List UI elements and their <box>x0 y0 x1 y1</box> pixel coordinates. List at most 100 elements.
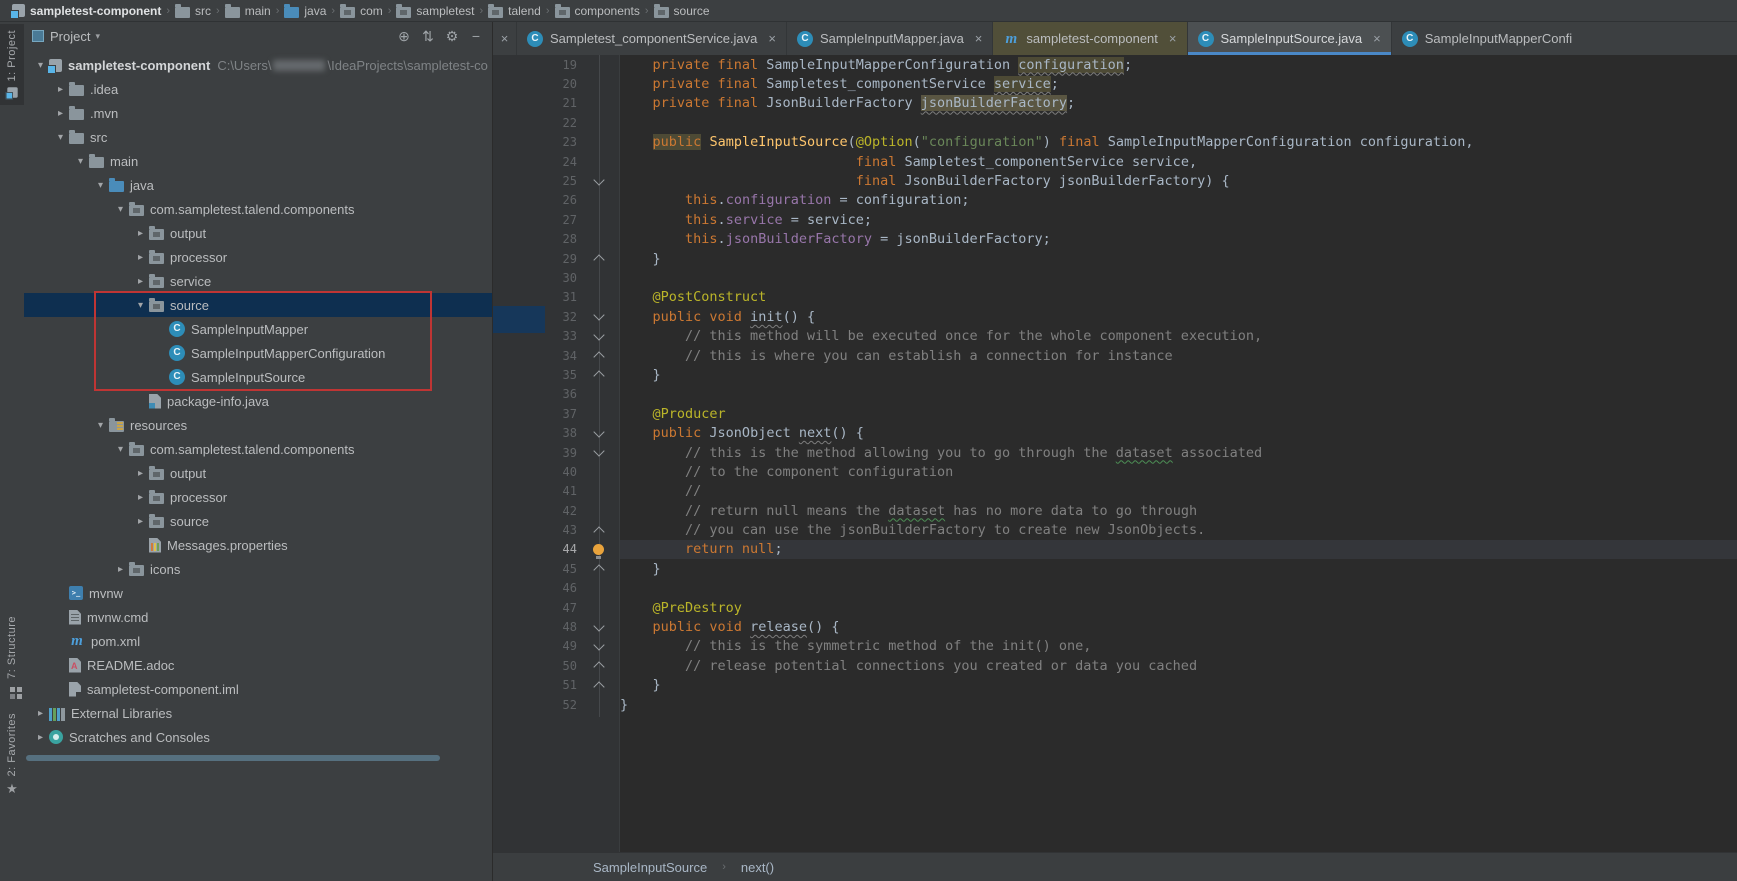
breadcrumb-item-src[interactable]: src <box>175 4 211 18</box>
tree-item-processor[interactable]: ▸processor <box>24 485 492 509</box>
editor-tab-sampleinputmapperconfi[interactable]: SampleInputMapperConfi <box>1392 22 1737 55</box>
chevron-expanded-icon[interactable]: ▾ <box>92 420 109 431</box>
code-line-40[interactable]: 40 // to the component configuration <box>493 462 1737 481</box>
rail-button-favorites[interactable]: 2: Favorites <box>0 707 24 803</box>
code-line-19[interactable]: 19 private final SampleInputMapperConfig… <box>493 55 1737 74</box>
tree-item-mvnw-cmd[interactable]: mvnw.cmd <box>24 605 492 629</box>
editor-tab-sampletest-componentservice-java[interactable]: Sampletest_componentService.java× <box>517 22 787 55</box>
tree-item-output[interactable]: ▸output <box>24 461 492 485</box>
rail-button-project[interactable]: 1: Project <box>0 24 24 105</box>
code-line-22[interactable]: 22 <box>493 113 1737 132</box>
chevron-collapsed-icon[interactable]: ▸ <box>132 228 149 239</box>
fold-open-icon[interactable] <box>593 310 604 321</box>
chevron-down-icon[interactable]: ▾ <box>95 31 100 42</box>
code-line-26[interactable]: 26 this.configuration = configuration; <box>493 191 1737 210</box>
tree-item-java[interactable]: ▾java <box>24 173 492 197</box>
chevron-collapsed-icon[interactable]: ▸ <box>132 276 149 287</box>
chevron-collapsed-icon[interactable]: ▸ <box>32 732 49 743</box>
chevron-collapsed-icon[interactable]: ▸ <box>132 492 149 503</box>
fold-open-icon[interactable] <box>593 639 604 650</box>
tree-item-sampleinputmapperconfiguration[interactable]: SampleInputMapperConfiguration <box>24 341 492 365</box>
chevron-collapsed-icon[interactable]: ▸ <box>132 468 149 479</box>
code-line-35[interactable]: 35 } <box>493 365 1737 384</box>
chevron-collapsed-icon[interactable]: ▸ <box>132 252 149 263</box>
tree-item-resources[interactable]: ▾resources <box>24 413 492 437</box>
editor-tab-sampleinputmapper-java[interactable]: SampleInputMapper.java× <box>787 22 993 55</box>
breadcrumb-class[interactable]: SampleInputSource <box>593 860 707 875</box>
fold-close-icon[interactable] <box>593 565 604 576</box>
code-line-25[interactable]: 25 final JsonBuilderFactory jsonBuilderF… <box>493 171 1737 190</box>
tree-item-source[interactable]: ▸source <box>24 509 492 533</box>
fold-close-icon[interactable] <box>593 351 604 362</box>
hide-panel-icon[interactable]: − <box>464 28 488 45</box>
chevron-collapsed-icon[interactable]: ▸ <box>132 516 149 527</box>
tree-item-messages-properties[interactable]: Messages.properties <box>24 533 492 557</box>
code-line-20[interactable]: 20 private final Sampletest_componentSer… <box>493 74 1737 93</box>
code-line-29[interactable]: 29 } <box>493 249 1737 268</box>
code-line-43[interactable]: 43 // you can use the jsonBuilderFactory… <box>493 520 1737 539</box>
chevron-collapsed-icon[interactable]: ▸ <box>112 564 129 575</box>
code-line-42[interactable]: 42 // return null means the dataset has … <box>493 501 1737 520</box>
chevron-collapsed-icon[interactable]: ▸ <box>52 108 69 119</box>
horizontal-scrollbar[interactable] <box>26 755 440 761</box>
fold-open-icon[interactable] <box>593 445 604 456</box>
breadcrumb-item-sampletest[interactable]: sampletest <box>396 4 474 18</box>
tree-item-mvn[interactable]: ▸.mvn <box>24 101 492 125</box>
chevron-collapsed-icon[interactable]: ▸ <box>52 84 69 95</box>
clipped-tab-close-icon[interactable]: × <box>493 22 517 55</box>
close-icon[interactable]: × <box>975 31 983 46</box>
code-line-32[interactable]: 32 public void init() { <box>493 307 1737 326</box>
code-line-48[interactable]: 48 public void release() { <box>493 617 1737 636</box>
code-line-52[interactable]: 52} <box>493 695 1737 714</box>
tree-item-com-sampletest-talend-components[interactable]: ▾com.sampletest.talend.components <box>24 437 492 461</box>
code-line-45[interactable]: 45 } <box>493 559 1737 578</box>
tree-item-icons[interactable]: ▸icons <box>24 557 492 581</box>
chevron-expanded-icon[interactable]: ▾ <box>132 300 149 311</box>
code-line-21[interactable]: 21 private final JsonBuilderFactory json… <box>493 94 1737 113</box>
breadcrumb-item-main[interactable]: main <box>225 4 271 18</box>
collapse-all-icon[interactable]: ⇅ <box>416 28 440 45</box>
tree-item-sampletest-component[interactable]: ▾sampletest-componentC:\Users\\IdeaProje… <box>24 53 492 77</box>
rail-button-structure[interactable]: 7: Structure <box>0 610 24 701</box>
tree-item-mvnw[interactable]: mvnw <box>24 581 492 605</box>
intention-bulb-icon[interactable] <box>593 544 604 555</box>
code-line-38[interactable]: 38 public JsonObject next() { <box>493 423 1737 442</box>
fold-close-icon[interactable] <box>593 662 604 673</box>
code-line-50[interactable]: 50 // release potential connections you … <box>493 656 1737 675</box>
tree-item-main[interactable]: ▾main <box>24 149 492 173</box>
tree-item-sampletest-component-iml[interactable]: sampletest-component.iml <box>24 677 492 701</box>
code-line-36[interactable]: 36 <box>493 385 1737 404</box>
breadcrumb-item-sampletest-component[interactable]: sampletest-component <box>12 4 161 18</box>
tree-item-external-libraries[interactable]: ▸External Libraries <box>24 701 492 725</box>
editor-tab-sampletest-component[interactable]: sampletest-component× <box>993 22 1187 55</box>
tree-item-sampleinputsource[interactable]: SampleInputSource <box>24 365 492 389</box>
code-line-28[interactable]: 28 this.jsonBuilderFactory = jsonBuilder… <box>493 230 1737 249</box>
code-line-49[interactable]: 49 // this is the symmetric method of th… <box>493 637 1737 656</box>
tree-item-processor[interactable]: ▸processor <box>24 245 492 269</box>
code-line-39[interactable]: 39 // this is the method allowing you to… <box>493 443 1737 462</box>
tree-item-sampleinputmapper[interactable]: SampleInputMapper <box>24 317 492 341</box>
tree-item-package-info-java[interactable]: package-info.java <box>24 389 492 413</box>
breadcrumb-item-com[interactable]: com <box>340 4 383 18</box>
code-line-46[interactable]: 46 <box>493 579 1737 598</box>
tree-item-idea[interactable]: ▸.idea <box>24 77 492 101</box>
code-line-37[interactable]: 37 @Producer <box>493 404 1737 423</box>
chevron-expanded-icon[interactable]: ▾ <box>72 156 89 167</box>
code-line-30[interactable]: 30 <box>493 268 1737 287</box>
chevron-expanded-icon[interactable]: ▾ <box>112 204 129 215</box>
chevron-expanded-icon[interactable]: ▾ <box>112 444 129 455</box>
tree-item-readme-adoc[interactable]: README.adoc <box>24 653 492 677</box>
chevron-collapsed-icon[interactable]: ▸ <box>32 708 49 719</box>
code-line-47[interactable]: 47 @PreDestroy <box>493 598 1737 617</box>
tree-item-source[interactable]: ▾source <box>24 293 492 317</box>
breadcrumb-item-source[interactable]: source <box>654 4 710 18</box>
tree-item-scratches-and-consoles[interactable]: ▸Scratches and Consoles <box>24 725 492 749</box>
code-line-44[interactable]: 44 return null; <box>493 540 1737 559</box>
code-line-33[interactable]: 33 // this method will be executed once … <box>493 326 1737 345</box>
tree-item-pom-xml[interactable]: pom.xml <box>24 629 492 653</box>
code-line-34[interactable]: 34 // this is where you can establish a … <box>493 346 1737 365</box>
close-icon[interactable]: × <box>1169 31 1177 46</box>
chevron-expanded-icon[interactable]: ▾ <box>52 132 69 143</box>
close-icon[interactable]: × <box>768 31 776 46</box>
fold-open-icon[interactable] <box>593 620 604 631</box>
